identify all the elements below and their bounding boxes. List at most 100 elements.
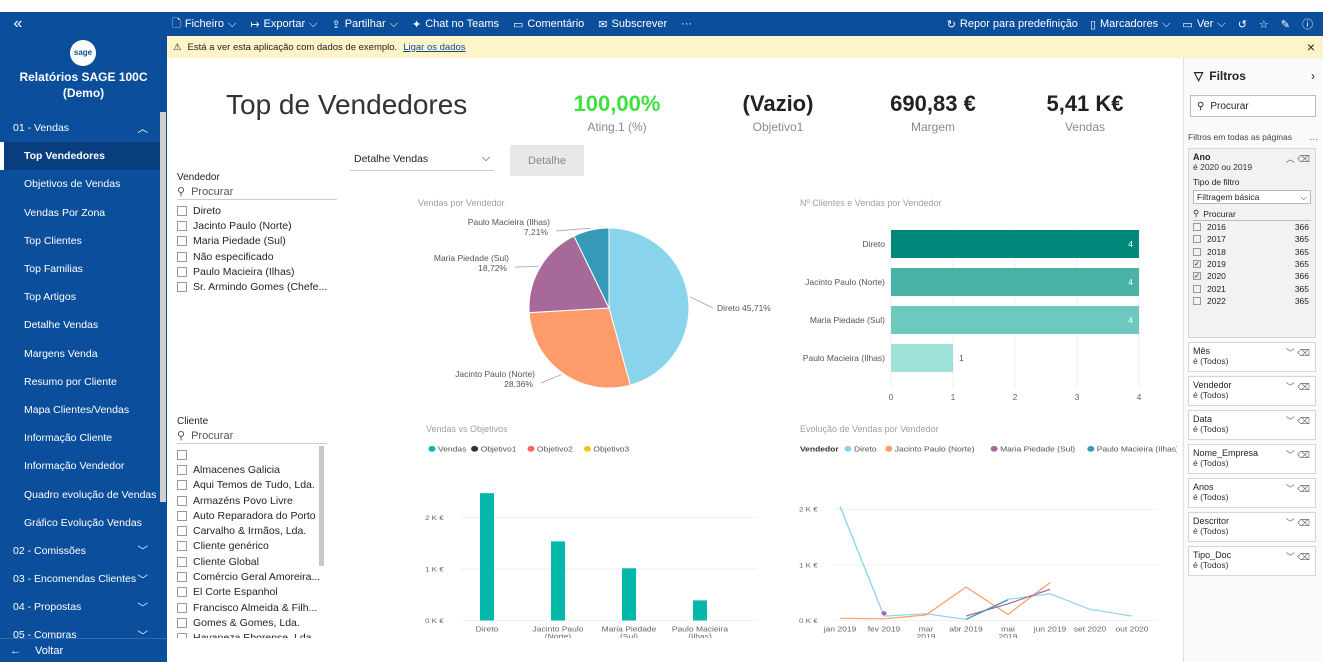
chevron-down-icon[interactable]: ﹀ ⌫ xyxy=(1286,448,1310,461)
bar[interactable] xyxy=(622,568,636,621)
checkbox[interactable] xyxy=(177,220,187,231)
checkbox[interactable] xyxy=(1193,296,1201,305)
year-option[interactable]: 2017 365 xyxy=(1193,233,1311,245)
slicer-option[interactable]: El Corte Espanhol xyxy=(177,585,327,600)
sidebar-scrollbar[interactable] xyxy=(160,112,166,502)
sidebar-item[interactable]: 01 - Vendas ︿ xyxy=(0,114,160,142)
info-icon[interactable]: ⓘ xyxy=(1302,16,1313,32)
star-icon[interactable]: ☆ xyxy=(1259,18,1269,31)
checkbox[interactable] xyxy=(177,556,187,567)
slicer-option[interactable]: Auto Reparadora do Porto xyxy=(177,508,327,523)
page-select-dropdown[interactable]: Detalhe Vendas ⌵ xyxy=(350,147,494,171)
chevron-right-icon[interactable]: › xyxy=(1311,69,1315,83)
bar[interactable] xyxy=(891,306,1139,334)
checkbox[interactable] xyxy=(1193,235,1201,244)
ano-search-input[interactable]: ⚲ Procurar xyxy=(1193,207,1311,221)
sidebar-item[interactable]: Top Familias xyxy=(0,255,160,283)
menu-subscribe[interactable]: ✉ Subscrever xyxy=(598,18,667,31)
checkbox[interactable] xyxy=(177,617,187,628)
filters-search-input[interactable]: ⚲ Procurar xyxy=(1190,95,1316,117)
cliente-scrollbar[interactable] xyxy=(319,446,324,566)
legend-label[interactable]: Objetivo2 xyxy=(537,445,573,453)
checkbox[interactable] xyxy=(177,602,187,613)
reset-button[interactable]: ↻ Repor para predefinição xyxy=(947,18,1078,31)
menu-teams[interactable]: ✦ Chat no Teams xyxy=(412,18,499,31)
slicer-option[interactable] xyxy=(177,447,327,462)
connect-data-link[interactable]: Ligar os dados xyxy=(403,42,465,53)
checkbox[interactable] xyxy=(177,587,187,598)
sidebar-item[interactable]: Informação Cliente xyxy=(0,424,160,452)
chevron-up-icon[interactable]: ︿ ⌫ xyxy=(1286,152,1310,165)
menu-file[interactable]: 🗋 Ficheiro ⌵ xyxy=(172,15,236,34)
year-option[interactable]: ✓ 2019 365 xyxy=(1193,258,1311,270)
menu-export[interactable]: ↦ Exportar ⌵ xyxy=(250,18,317,31)
checkbox[interactable] xyxy=(177,464,187,475)
sidebar-item[interactable]: Resumo por Cliente xyxy=(0,368,160,396)
bar[interactable] xyxy=(891,268,1139,296)
sidebar-item[interactable]: Top Clientes xyxy=(0,227,160,255)
slicer-option[interactable]: Não especificado xyxy=(177,249,337,264)
filter-card[interactable]: Nome_Empresa é (Todos) ﹀ ⌫ xyxy=(1188,444,1316,474)
edit-icon[interactable]: ✎ xyxy=(1281,18,1290,31)
checkbox[interactable] xyxy=(177,510,187,521)
checkbox[interactable] xyxy=(1193,284,1201,293)
checkbox[interactable] xyxy=(1193,247,1201,256)
checkbox[interactable]: ✓ xyxy=(1193,260,1201,269)
sidebar-item[interactable]: 03 - Encomendas Clientes ﹀ xyxy=(0,565,160,593)
checkbox[interactable] xyxy=(177,541,187,552)
more-icon[interactable]: … xyxy=(1310,132,1319,142)
bar[interactable] xyxy=(891,230,1139,258)
sidebar-item[interactable]: Top Vendedores xyxy=(0,142,160,171)
checkbox[interactable] xyxy=(177,282,187,293)
filter-card[interactable]: Vendedor é (Todos) ﹀ ⌫ xyxy=(1188,376,1316,406)
slicer-option[interactable]: Comércio Geral Amoreira... xyxy=(177,569,327,584)
slicer-option[interactable]: Havaneza Eborense, Lda. xyxy=(177,631,327,638)
close-icon[interactable]: × xyxy=(1307,39,1315,55)
vendedor-search-input[interactable]: ⚲ Procurar xyxy=(177,185,337,200)
sidebar-item[interactable]: Top Artigos xyxy=(0,283,160,311)
chevron-down-icon[interactable]: ﹀ ⌫ xyxy=(1286,380,1310,393)
filter-card-ano[interactable]: Ano é 2020 ou 2019 ︿ ⌫ Tipo de filtro Fi… xyxy=(1188,148,1316,338)
menu-comment[interactable]: ▭ Comentário xyxy=(513,18,584,31)
chevron-down-icon[interactable]: ﹀ ⌫ xyxy=(1286,516,1310,529)
year-option[interactable]: 2021 365 xyxy=(1193,282,1311,294)
sidebar-item[interactable]: Vendas Por Zona xyxy=(0,199,160,227)
year-option[interactable]: 2016 366 xyxy=(1193,221,1311,233)
legend-label[interactable]: Vendas xyxy=(438,445,466,453)
slicer-option[interactable]: Direto xyxy=(177,203,337,218)
sidebar-item[interactable]: Objetivos de Vendas xyxy=(0,170,160,198)
series-line[interactable] xyxy=(965,588,1051,617)
legend-label[interactable]: Jacinto Paulo (Norte) xyxy=(895,445,975,453)
series-line[interactable] xyxy=(839,506,1133,620)
series-point[interactable] xyxy=(881,611,887,616)
filter-card[interactable]: Tipo_Doc é (Todos) ﹀ ⌫ xyxy=(1188,546,1316,576)
legend-label[interactable]: Objetivo3 xyxy=(593,445,629,453)
collapse-nav-icon[interactable]: « xyxy=(0,15,36,33)
chevron-down-icon[interactable]: ﹀ ⌫ xyxy=(1286,414,1310,427)
menu-share[interactable]: ⇪ Partilhar ⌵ xyxy=(331,18,398,31)
slicer-option[interactable]: Armazéns Povo Livre xyxy=(177,493,327,508)
year-option[interactable]: ✓ 2020 366 xyxy=(1193,270,1311,282)
slicer-option[interactable]: Cliente Global xyxy=(177,554,327,569)
checkbox[interactable] xyxy=(177,205,187,216)
bookmarks-button[interactable]: ▯ Marcadores ⌵ xyxy=(1090,18,1170,31)
view-button[interactable]: ▭ Ver ⌵ xyxy=(1182,18,1225,31)
slicer-option[interactable]: Gomes & Gomes, Lda. xyxy=(177,615,327,630)
checkbox[interactable] xyxy=(177,526,187,537)
filter-card[interactable]: Descritor é (Todos) ﹀ ⌫ xyxy=(1188,512,1316,542)
slicer-option[interactable]: Almacenes Galicia xyxy=(177,462,327,477)
legend-label[interactable]: Maria Piedade (Sul) xyxy=(1000,445,1075,453)
slicer-option[interactable]: Paulo Macieira (Ilhas) xyxy=(177,264,337,279)
legend-label[interactable]: Objetivo1 xyxy=(481,445,517,453)
checkbox[interactable] xyxy=(177,495,187,506)
chevron-down-icon[interactable]: ﹀ ⌫ xyxy=(1286,346,1310,359)
cliente-search-input[interactable]: ⚲ Procurar xyxy=(177,429,327,444)
bar[interactable] xyxy=(551,541,565,621)
slicer-option[interactable]: Maria Piedade (Sul) xyxy=(177,234,337,249)
sidebar-item[interactable]: Quadro evolução de Vendas xyxy=(0,480,160,508)
slicer-option[interactable]: Aqui Temos de Tudo, Lda. xyxy=(177,478,327,493)
checkbox[interactable]: ✓ xyxy=(1193,272,1201,281)
filter-card[interactable]: Mês é (Todos) ﹀ ⌫ xyxy=(1188,342,1316,372)
year-option[interactable]: 2022 365 xyxy=(1193,295,1311,307)
filter-card[interactable]: Data é (Todos) ﹀ ⌫ xyxy=(1188,410,1316,440)
